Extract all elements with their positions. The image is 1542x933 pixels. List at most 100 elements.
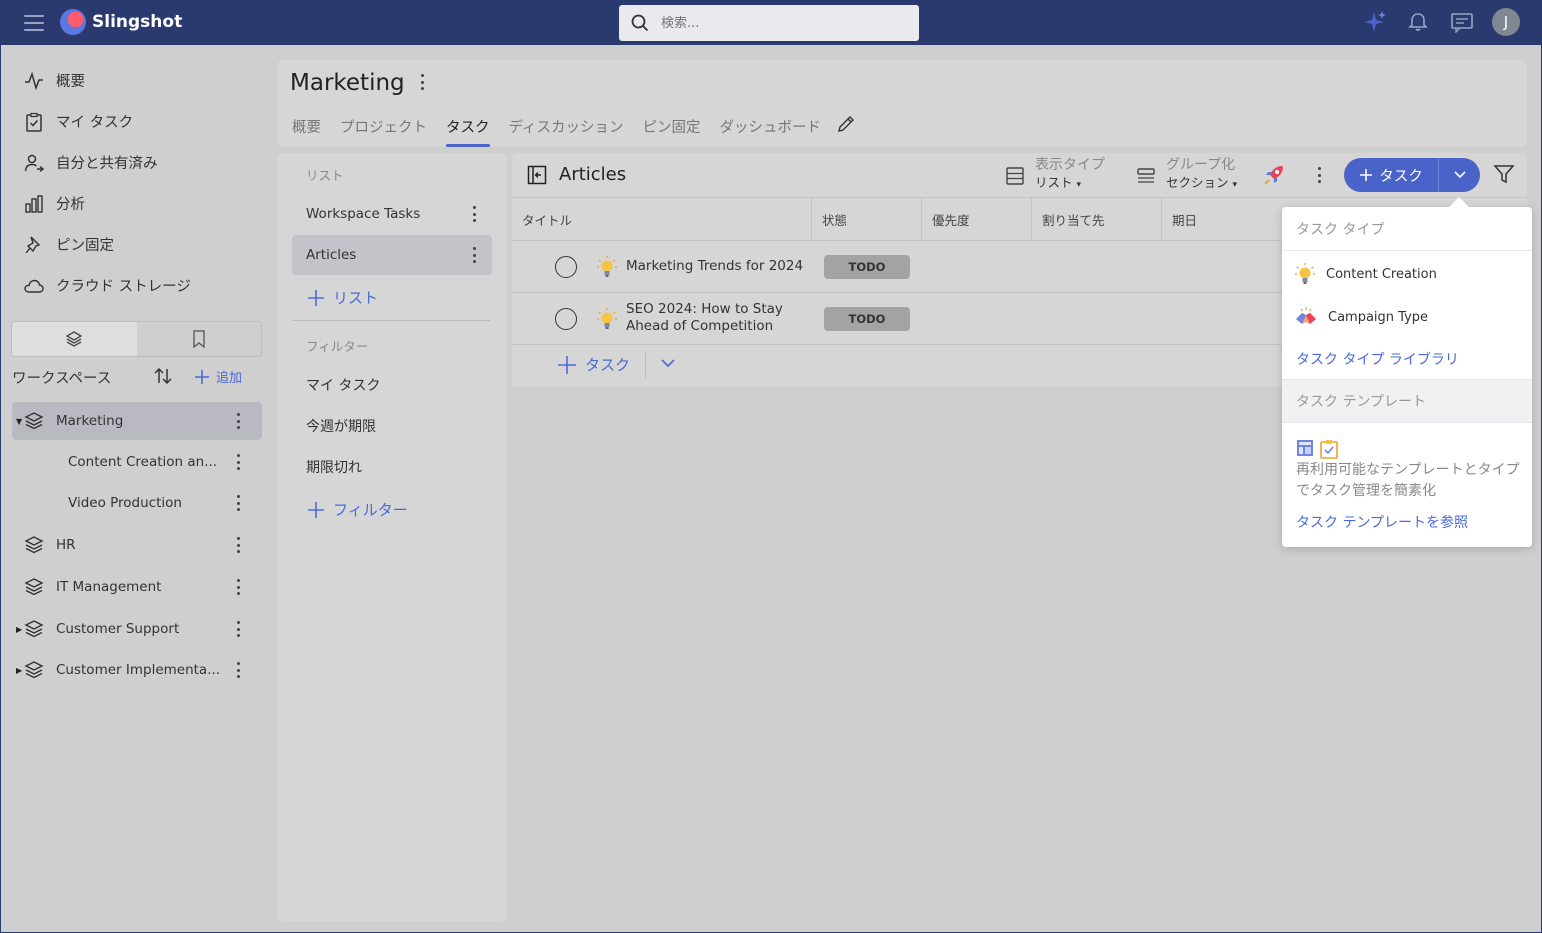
task-title[interactable]: SEO 2024: How to Stay Ahead of Competiti… <box>626 301 783 335</box>
workspace-label: IT Management <box>56 579 162 595</box>
add-task-button[interactable]: タスク <box>1344 158 1438 192</box>
list-item-articles[interactable]: Articles <box>292 235 492 275</box>
add-filter-button[interactable]: フィルター <box>307 499 408 520</box>
nav-item-cloud-storage[interactable]: クラウド ストレージ <box>24 275 191 296</box>
browse-task-templates-link[interactable]: タスク テンプレートを参照 <box>1296 512 1468 532</box>
tab-dashboard[interactable]: ダッシュボード <box>719 116 821 147</box>
workspaces-toggle[interactable] <box>12 322 137 356</box>
tab-tasks[interactable]: タスク <box>446 116 490 147</box>
collapse-panel-icon[interactable] <box>527 165 547 185</box>
tab-projects[interactable]: プロジェクト <box>340 116 427 147</box>
add-list-button[interactable]: リスト <box>307 287 378 308</box>
pin-icon <box>25 236 41 253</box>
task-type-campaign-type[interactable]: Campaign Type <box>1294 305 1428 329</box>
add-workspace-button[interactable]: 追加 <box>194 367 242 386</box>
more-options-icon[interactable] <box>236 413 240 429</box>
left-navigation: 概要 マイ タスク 自分と共有済み 分析 ピン固定 クラウド ストレージ ワーク… <box>0 45 275 933</box>
nav-item-analytics[interactable]: 分析 <box>24 193 85 214</box>
workspace-item-content-creation[interactable]: Content Creation an... <box>12 443 262 481</box>
add-filter-label: フィルター <box>333 501 408 519</box>
column-header-priority[interactable]: 優先度 <box>922 198 1032 241</box>
title-more-options-icon[interactable] <box>420 74 424 90</box>
task-type-library-link[interactable]: タスク タイプ ライブラリ <box>1296 349 1459 369</box>
column-header-assignee[interactable]: 割り当て先 <box>1032 198 1162 241</box>
add-task-dropdown-button[interactable] <box>1438 158 1480 192</box>
list-title: Articles <box>559 164 627 185</box>
nav-item-my-tasks[interactable]: マイ タスク <box>24 111 133 132</box>
task-type-popover: タスク タイプ Content Creation Campaign Type タ… <box>1282 207 1532 547</box>
task-title-line: SEO 2024: How to Stay <box>626 301 783 317</box>
workspace-item-customer-implementation[interactable]: ▶ Customer Implementa... <box>12 651 262 689</box>
more-options-icon[interactable] <box>236 662 240 678</box>
workspace-item-customer-support[interactable]: ▶ Customer Support <box>12 610 262 648</box>
bookmarks-toggle[interactable] <box>137 322 262 356</box>
view-type-value: リスト <box>1035 175 1073 190</box>
app-logo[interactable]: Slingshot <box>60 9 182 35</box>
task-type-content-creation[interactable]: Content Creation <box>1294 262 1437 286</box>
status-badge[interactable]: TODO <box>824 307 910 331</box>
filter-my-tasks[interactable]: マイ タスク <box>306 375 380 395</box>
more-options-icon[interactable] <box>236 537 240 553</box>
status-badge[interactable]: TODO <box>824 255 910 279</box>
search-box[interactable] <box>619 5 919 41</box>
rocket-icon[interactable] <box>1262 163 1286 187</box>
column-header-due-date[interactable]: 期日 <box>1162 198 1292 241</box>
more-options-icon[interactable] <box>236 621 240 637</box>
task-template-section-header: タスク テンプレート <box>1282 379 1532 423</box>
sort-icon[interactable] <box>152 365 174 387</box>
workspace-item-it-management[interactable]: IT Management <box>12 568 262 606</box>
more-options-icon[interactable] <box>472 247 476 263</box>
group-by-selector[interactable]: グループ化 セクション ▾ <box>1136 157 1237 194</box>
tab-pinned[interactable]: ピン固定 <box>642 116 700 147</box>
more-options-icon[interactable] <box>236 454 240 470</box>
caret-down-icon[interactable]: ▼ <box>16 417 22 426</box>
workspace-header-card: Marketing 概要 プロジェクト タスク ディスカッション ピン固定 ダッ… <box>277 60 1527 147</box>
more-options-icon[interactable] <box>236 495 240 511</box>
task-type-label: Content Creation <box>1326 266 1437 282</box>
hamburger-menu-icon[interactable] <box>22 12 46 34</box>
edit-tabs-pencil-icon[interactable] <box>836 114 856 134</box>
workspace-view-toggle <box>11 321 262 357</box>
view-type-selector[interactable]: 表示タイプ リスト ▾ <box>1005 157 1105 194</box>
workspace-item-marketing[interactable]: ▼ Marketing <box>12 402 262 440</box>
filter-funnel-icon[interactable] <box>1493 163 1515 185</box>
tab-discussion[interactable]: ディスカッション <box>509 116 624 147</box>
list-item-workspace-tasks[interactable]: Workspace Tasks <box>292 194 492 234</box>
task-title[interactable]: Marketing Trends for 2024 <box>626 258 803 275</box>
complete-task-checkbox[interactable] <box>555 308 577 330</box>
more-options-icon[interactable] <box>236 579 240 595</box>
layers-icon <box>24 578 44 596</box>
filter-due-this-week[interactable]: 今週が期限 <box>306 416 376 436</box>
chat-icon[interactable] <box>1448 8 1476 36</box>
nav-item-pinned[interactable]: ピン固定 <box>24 234 114 255</box>
bell-icon[interactable] <box>1404 8 1432 36</box>
search-input[interactable] <box>661 15 881 31</box>
bar-chart-icon <box>25 194 43 213</box>
inline-add-task-button[interactable]: タスク <box>557 354 630 375</box>
workspace-item-hr[interactable]: HR <box>12 526 262 564</box>
tab-overview[interactable]: 概要 <box>292 116 321 147</box>
list-item-label: Articles <box>306 247 357 263</box>
caret-right-icon[interactable]: ▶ <box>16 625 22 634</box>
task-type-label: Campaign Type <box>1328 309 1429 325</box>
nav-item-shared-with-me[interactable]: 自分と共有済み <box>24 152 158 173</box>
chevron-down-icon[interactable] <box>660 357 676 369</box>
user-avatar[interactable]: J <box>1492 8 1520 36</box>
page-title: Marketing <box>290 70 405 96</box>
template-illustration <box>1296 439 1338 459</box>
column-header-title[interactable]: タイトル <box>512 198 812 241</box>
caret-right-icon[interactable]: ▶ <box>16 666 22 675</box>
workspace-label: Marketing <box>56 413 124 429</box>
ai-sparkle-icon[interactable] <box>1360 8 1388 36</box>
filter-overdue[interactable]: 期限切れ <box>306 457 362 477</box>
lightbulb-icon <box>597 256 617 277</box>
column-header-status[interactable]: 状態 <box>812 198 922 241</box>
workspace-label: Content Creation an... <box>68 454 218 470</box>
more-options-icon[interactable] <box>472 206 476 222</box>
chevron-down-icon: ▾ <box>1232 180 1238 190</box>
workspace-item-video-production[interactable]: Video Production <box>12 484 262 522</box>
nav-item-label: マイ タスク <box>56 115 134 131</box>
complete-task-checkbox[interactable] <box>555 256 577 278</box>
list-more-options-icon[interactable] <box>1317 167 1321 183</box>
nav-item-overview[interactable]: 概要 <box>24 70 85 91</box>
